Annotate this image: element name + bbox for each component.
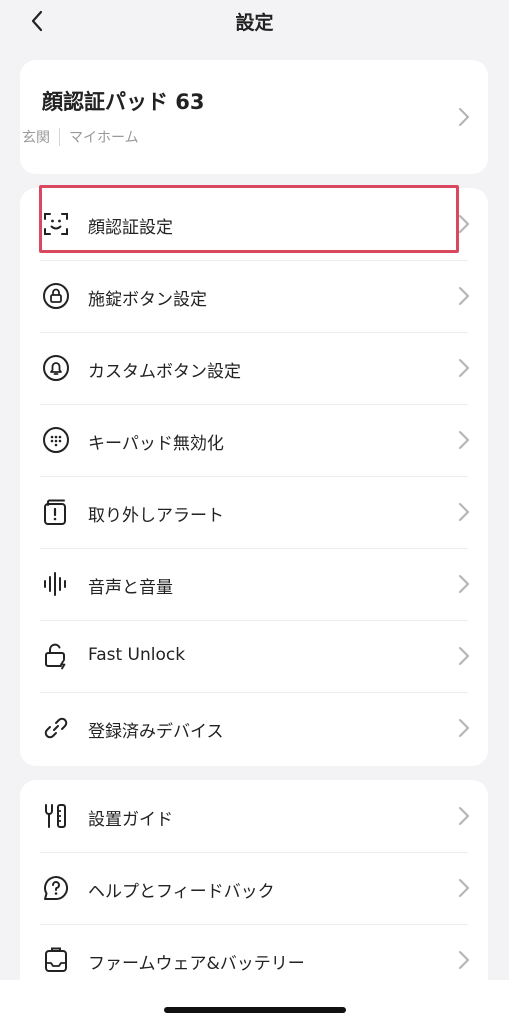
device-card[interactable]: 顔認証パッド 63: [20, 60, 488, 174]
divider: [40, 852, 468, 853]
menu-item-label: 登録済みデバイス: [88, 722, 224, 742]
alert-device-icon: [44, 499, 66, 525]
menu-item-label: カスタムボタン設定: [88, 362, 241, 382]
divider: [40, 620, 468, 621]
page-title: 設定: [235, 12, 274, 34]
chevron-right-icon: [459, 431, 469, 449]
bell-circle-icon: [43, 355, 69, 381]
menu-item-label: ファームウェア&バッテリー: [88, 954, 305, 974]
help-icon: [44, 876, 68, 900]
divider: [40, 548, 468, 549]
divider: [40, 692, 468, 693]
divider: [59, 128, 60, 146]
face-scan-icon: [44, 213, 68, 235]
chevron-right-icon: [459, 719, 469, 737]
divider: [40, 404, 468, 405]
menu-item-sound-volume[interactable]: 音声と音量: [20, 548, 488, 620]
device-room: 玄関: [22, 130, 50, 146]
divider: [40, 476, 468, 477]
menu-item-label: 施錠ボタン設定: [88, 290, 207, 310]
chevron-right-icon: [459, 879, 469, 897]
menu-item-label: 設置ガイド: [88, 810, 173, 830]
menu-item-help-feedback[interactable]: ヘルプとフィードバック: [20, 852, 488, 924]
menu-item-label: キーパッド無効化: [88, 434, 224, 454]
link-icon: [44, 717, 68, 739]
device-home: マイホーム: [69, 130, 139, 146]
menu-item-fast-unlock[interactable]: Fast Unlock: [20, 620, 488, 692]
home-bar-area: [0, 980, 509, 1024]
chevron-right-icon: [459, 287, 469, 305]
chevron-right-icon: [459, 359, 469, 377]
home-indicator[interactable]: [164, 1007, 346, 1013]
menu-item-label: 取り外しアラート: [88, 506, 224, 526]
tools-icon: [45, 804, 66, 828]
header-bar: 設定: [0, 0, 509, 46]
device-name: 顔認証パッド 63: [42, 90, 205, 114]
firmware-icon: [45, 947, 67, 972]
divider: [40, 260, 468, 261]
menu-item-keypad-disable[interactable]: キーパッド無効化: [20, 404, 488, 476]
chevron-right-icon: [459, 807, 469, 825]
keypad-icon: [43, 427, 69, 453]
chevron-right-icon: [459, 647, 469, 665]
device-location: 玄関 マイホーム: [22, 127, 139, 147]
divider: [40, 332, 468, 333]
lock-circle-icon: [43, 283, 69, 309]
menu-item-install-guide[interactable]: 設置ガイド: [20, 780, 488, 852]
settings-card: 顔認証設定 施錠ボタン設定 カスタムボタン設定 キーパッド無効化 取り外しアラー…: [20, 188, 488, 766]
menu-item-registered-devices[interactable]: 登録済みデバイス: [20, 692, 488, 764]
menu-item-label: Fast Unlock: [88, 645, 186, 665]
sound-wave-icon: [44, 572, 66, 596]
menu-item-lock-button[interactable]: 施錠ボタン設定: [20, 260, 488, 332]
menu-item-removal-alert[interactable]: 取り外しアラート: [20, 476, 488, 548]
divider: [40, 924, 468, 925]
chevron-right-icon: [459, 575, 469, 593]
fast-unlock-icon: [45, 643, 66, 670]
chevron-right-icon: [459, 951, 469, 969]
chevron-right-icon: [459, 215, 469, 233]
menu-item-label: ヘルプとフィードバック: [88, 882, 275, 902]
menu-item-label: 音声と音量: [88, 578, 173, 598]
chevron-right-icon: [458, 107, 470, 131]
menu-item-custom-button[interactable]: カスタムボタン設定: [20, 332, 488, 404]
chevron-right-icon: [459, 503, 469, 521]
menu-item-label: 顔認証設定: [88, 218, 173, 238]
menu-item-face-settings[interactable]: 顔認証設定: [20, 188, 488, 260]
